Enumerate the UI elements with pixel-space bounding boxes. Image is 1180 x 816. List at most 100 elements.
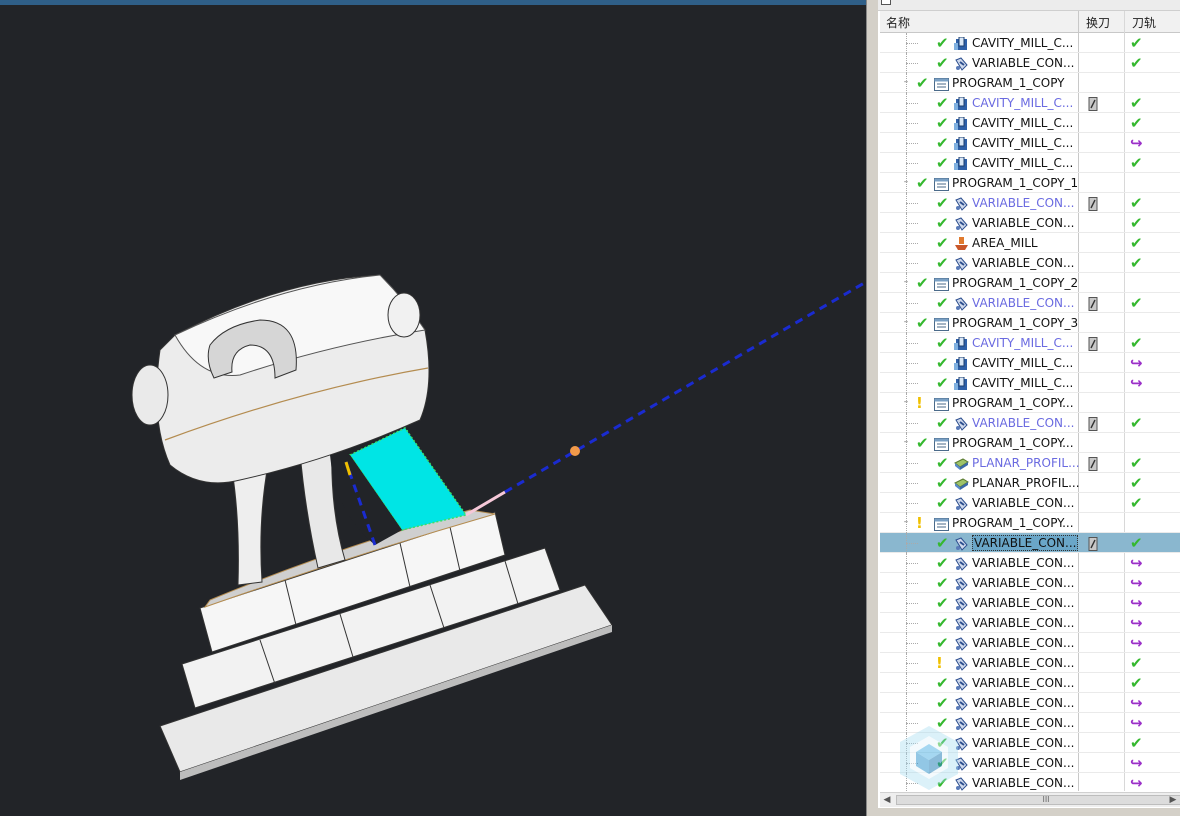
- operation-row[interactable]: ✔ VARIABLE_CON... ✔: [880, 533, 1180, 553]
- operation-name[interactable]: VARIABLE_CON...: [972, 636, 1074, 650]
- operation-name[interactable]: CAVITY_MILL_C...: [972, 336, 1073, 350]
- scroll-thumb[interactable]: III: [896, 795, 1180, 805]
- operation-name[interactable]: PROGRAM_1_COPY: [952, 76, 1065, 90]
- operation-row[interactable]: ✔ VARIABLE_CON... ✔: [880, 413, 1180, 433]
- operation-name[interactable]: CAVITY_MILL_C...: [972, 356, 1073, 370]
- operation-row[interactable]: ✔ VARIABLE_CON... ↪: [880, 573, 1180, 593]
- operation-row[interactable]: ✔ VARIABLE_CON... ✔: [880, 673, 1180, 693]
- column-tool-change[interactable]: 换刀: [1086, 14, 1110, 31]
- operation-name[interactable]: PLANAR_PROFIL...: [972, 456, 1080, 470]
- operation-name[interactable]: VARIABLE_CON...: [972, 556, 1074, 570]
- operation-name[interactable]: AREA_MILL: [972, 236, 1038, 250]
- path-complete-icon: ✔: [1130, 534, 1143, 552]
- operation-row[interactable]: ✔ VARIABLE_CON... ↪: [880, 613, 1180, 633]
- operation-name[interactable]: PLANAR_PROFIL...: [972, 476, 1080, 490]
- path-complete-icon: ✔: [1130, 454, 1143, 472]
- operation-row[interactable]: ✔ PLANAR_PROFIL... ✔: [880, 473, 1180, 493]
- operation-row[interactable]: ✔ CAVITY_MILL_C... ↪: [880, 133, 1180, 153]
- operation-name[interactable]: VARIABLE_CON...: [972, 196, 1074, 210]
- operation-name[interactable]: VARIABLE_CON...: [972, 656, 1074, 670]
- operation-row[interactable]: ✔ VARIABLE_CON... ✔: [880, 193, 1180, 213]
- operation-name[interactable]: VARIABLE_CON...: [972, 696, 1074, 710]
- operation-row[interactable]: ✔ VARIABLE_CON... ✔: [880, 253, 1180, 273]
- operation-name[interactable]: VARIABLE_CON...: [972, 736, 1074, 750]
- operation-name[interactable]: PROGRAM_1_COPY...: [952, 396, 1074, 410]
- graphics-viewport[interactable]: [0, 0, 866, 816]
- operation-name[interactable]: CAVITY_MILL_C...: [972, 156, 1073, 170]
- collapse-icon[interactable]: –: [902, 318, 910, 327]
- collapse-icon[interactable]: –: [902, 278, 910, 287]
- column-name[interactable]: 名称: [886, 14, 910, 31]
- splitter[interactable]: [866, 0, 878, 816]
- operation-name[interactable]: VARIABLE_CON...: [972, 776, 1074, 790]
- operation-row[interactable]: ! VARIABLE_CON... ✔: [880, 653, 1180, 673]
- collapse-icon[interactable]: –: [902, 178, 910, 187]
- operation-row[interactable]: ✔ AREA_MILL ✔: [880, 233, 1180, 253]
- operation-row[interactable]: ✔ PLANAR_PROFIL... ✔: [880, 453, 1180, 473]
- operation-name[interactable]: PROGRAM_1_COPY...: [952, 436, 1074, 450]
- operation-row[interactable]: ✔ VARIABLE_CON... ✔: [880, 493, 1180, 513]
- program-group-row[interactable]: – ✔ PROGRAM_1_COPY_2: [880, 273, 1180, 293]
- operation-name[interactable]: PROGRAM_1_COPY...: [952, 516, 1074, 530]
- operation-row[interactable]: ✔ CAVITY_MILL_C... ↪: [880, 373, 1180, 393]
- operation-row[interactable]: ✔ VARIABLE_CON... ✔: [880, 213, 1180, 233]
- operation-name[interactable]: VARIABLE_CON...: [972, 576, 1074, 590]
- complete-status-icon: ✔: [936, 414, 949, 432]
- path-complete-icon: ✔: [1130, 54, 1143, 72]
- collapse-icon[interactable]: –: [902, 398, 910, 407]
- part-model[interactable]: [0, 0, 866, 816]
- operation-row[interactable]: ✔ VARIABLE_CON... ✔: [880, 53, 1180, 73]
- operation-name[interactable]: CAVITY_MILL_C...: [972, 96, 1073, 110]
- scroll-right-icon[interactable]: ▶: [1166, 793, 1180, 807]
- operation-row[interactable]: ✔ CAVITY_MILL_C... ✔: [880, 93, 1180, 113]
- operation-name[interactable]: VARIABLE_CON...: [972, 716, 1074, 730]
- operation-row[interactable]: ✔ VARIABLE_CON... ↪: [880, 553, 1180, 573]
- operation-name[interactable]: VARIABLE_CON...: [972, 216, 1074, 230]
- operation-name[interactable]: VARIABLE_CON...: [972, 756, 1074, 770]
- collapse-icon[interactable]: –: [902, 518, 910, 527]
- program-group-row[interactable]: – ✔ PROGRAM_1_COPY_1: [880, 173, 1180, 193]
- axis-point: [570, 446, 580, 456]
- operation-name[interactable]: CAVITY_MILL_C...: [972, 376, 1073, 390]
- expand-icon[interactable]: [881, 0, 891, 5]
- operation-row[interactable]: ✔ VARIABLE_CON... ↪: [880, 693, 1180, 713]
- operation-name[interactable]: PROGRAM_1_COPY_1: [952, 176, 1078, 190]
- program-group-row[interactable]: – ✔ PROGRAM_1_COPY: [880, 73, 1180, 93]
- operation-name[interactable]: VARIABLE_CON...: [972, 535, 1079, 551]
- operation-name[interactable]: VARIABLE_CON...: [972, 56, 1074, 70]
- operation-name[interactable]: CAVITY_MILL_C...: [972, 136, 1073, 150]
- tree-guide: [906, 363, 918, 364]
- operation-row[interactable]: ✔ CAVITY_MILL_C... ✔: [880, 333, 1180, 353]
- operation-row[interactable]: ✔ CAVITY_MILL_C... ↪: [880, 353, 1180, 373]
- column-toolpath[interactable]: 刀轨: [1132, 14, 1156, 31]
- complete-status-icon: ✔: [936, 554, 949, 572]
- operation-name[interactable]: CAVITY_MILL_C...: [972, 36, 1073, 50]
- horizontal-scrollbar[interactable]: ◀ III ▶: [880, 792, 1180, 807]
- operation-name[interactable]: VARIABLE_CON...: [972, 416, 1074, 430]
- program-group-row[interactable]: – ✔ PROGRAM_1_COPY...: [880, 433, 1180, 453]
- operation-name[interactable]: VARIABLE_CON...: [972, 496, 1074, 510]
- program-icon: [934, 436, 949, 451]
- operation-name[interactable]: VARIABLE_CON...: [972, 676, 1074, 690]
- program-group-row[interactable]: –! PROGRAM_1_COPY...: [880, 513, 1180, 533]
- program-group-row[interactable]: –! PROGRAM_1_COPY...: [880, 393, 1180, 413]
- operation-name[interactable]: VARIABLE_CON...: [972, 296, 1074, 310]
- collapse-icon[interactable]: –: [902, 78, 910, 87]
- operation-row[interactable]: ✔ CAVITY_MILL_C... ✔: [880, 153, 1180, 173]
- operation-name[interactable]: VARIABLE_CON...: [972, 596, 1074, 610]
- operation-row[interactable]: ✔ VARIABLE_CON... ↪: [880, 633, 1180, 653]
- operation-name[interactable]: CAVITY_MILL_C...: [972, 116, 1073, 130]
- operation-name[interactable]: VARIABLE_CON...: [972, 256, 1074, 270]
- scroll-left-icon[interactable]: ◀: [880, 793, 894, 807]
- operation-row[interactable]: ✔ CAVITY_MILL_C... ✔: [880, 113, 1180, 133]
- operation-name[interactable]: PROGRAM_1_COPY_3: [952, 316, 1078, 330]
- complete-status-icon: ✔: [936, 154, 949, 172]
- operation-name[interactable]: VARIABLE_CON...: [972, 616, 1074, 630]
- tree-guide: [906, 203, 918, 204]
- program-group-row[interactable]: – ✔ PROGRAM_1_COPY_3: [880, 313, 1180, 333]
- operation-row[interactable]: ✔ VARIABLE_CON... ✔: [880, 293, 1180, 313]
- collapse-icon[interactable]: –: [902, 438, 910, 447]
- operation-name[interactable]: PROGRAM_1_COPY_2: [952, 276, 1078, 290]
- operation-row[interactable]: ✔ VARIABLE_CON... ↪: [880, 593, 1180, 613]
- operation-row[interactable]: ✔ CAVITY_MILL_C... ✔: [880, 33, 1180, 53]
